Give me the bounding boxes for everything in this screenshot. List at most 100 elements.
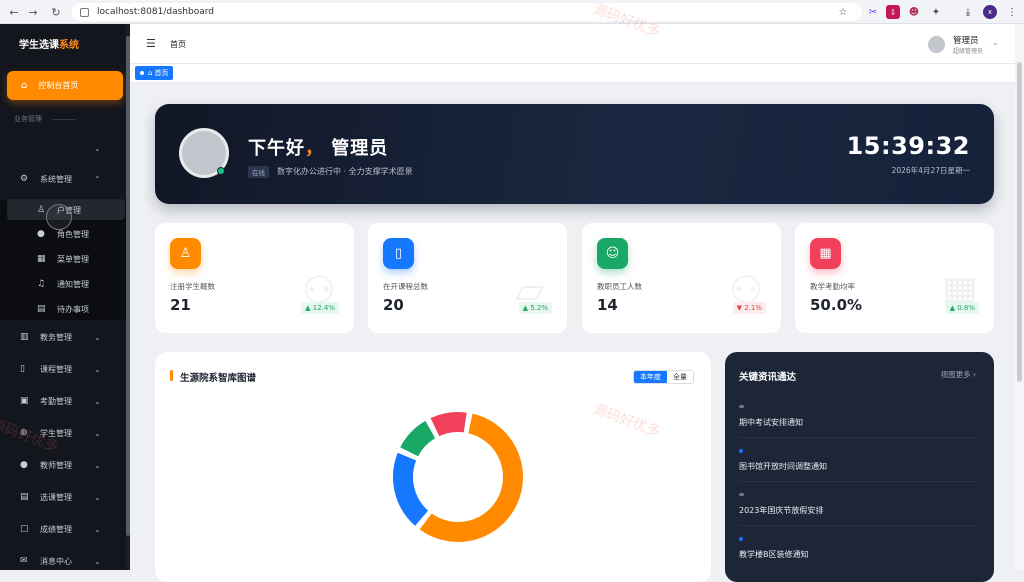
sidebar-item-academic[interactable]: ▥ 教务管理 ⌄	[0, 327, 130, 347]
stat-label: 教学考勤均率	[810, 282, 855, 291]
tab-home[interactable]: ⌂ 首页	[135, 66, 174, 80]
extension-scissors-icon[interactable]: ✂	[866, 5, 880, 19]
chevron-down-icon: ⌄	[94, 428, 101, 438]
building-icon: ▥	[20, 332, 29, 342]
sidebar-item-system[interactable]: ⚙ 系统管理 ⌃	[0, 169, 130, 189]
extension-download-icon[interactable]: ⇩	[886, 5, 900, 19]
sidebar-subitem-notifications[interactable]: ♫ 通知管理	[0, 274, 126, 294]
profile-avatar[interactable]: x	[983, 5, 997, 19]
range-this-year-button[interactable]: 本年度	[634, 371, 667, 383]
user-menu-chevron-icon[interactable]: ⌄	[992, 38, 999, 47]
sidebar-item-selection[interactable]: ▤ 选课管理 ⌄	[0, 487, 130, 507]
news-panel: 关键资讯通达 视图更多 › 期中考试安排通知 图书馆开放时间调整通知 2023年…	[725, 352, 994, 582]
user-name[interactable]: 管理员	[953, 34, 979, 46]
news-item[interactable]: 图书馆开放时间调整通知	[739, 438, 979, 482]
news-item[interactable]: 2023年国庆节放假安排	[739, 482, 979, 526]
clipboard-icon: ▤	[37, 304, 46, 314]
section-divider	[52, 118, 76, 120]
stat-card-staff[interactable]: ⚇ ☺ 教职员工人数 14 ▼ 2.1%	[582, 223, 781, 333]
donut-slice-0[interactable]	[417, 411, 525, 544]
sidebar-collapsed-item[interactable]: ⌄	[0, 138, 130, 158]
address-bar[interactable]: localhost:8081/dashboard	[72, 3, 862, 21]
view-more-label: 视图更多	[940, 370, 971, 379]
stat-value: 14	[597, 296, 618, 314]
chevron-down-icon: ⌄	[94, 143, 101, 153]
stat-card-students[interactable]: ⚇ ♙ 注册学生概数 21 ▲ 12.4%	[155, 223, 354, 333]
sidebar-item-attendance[interactable]: ▣ 考勤管理 ⌄	[0, 391, 130, 411]
greeting-text: 下午好	[248, 138, 305, 159]
trend-value: 2.1%	[744, 304, 762, 312]
online-indicator	[217, 167, 225, 175]
greeting-heading: 下午好， 管理员	[248, 134, 388, 160]
document-icon: ▢	[20, 524, 29, 534]
sidebar-item-teachers[interactable]: ● 教师管理 ⌄	[0, 455, 130, 475]
clock-date: 2026年4月27日星期一	[891, 166, 970, 175]
staff-icon: ☺	[597, 238, 628, 269]
trend-badge: ▲ 0.8%	[945, 302, 979, 314]
trend-value: 0.8%	[957, 304, 975, 312]
welcome-banner: 下午好， 管理员 在线 数字化办公进行中 · 全力支撑学术愿景 15:39:32…	[155, 104, 994, 204]
sidebar-item-messages[interactable]: ✉ 消息中心 ⌄	[0, 551, 130, 571]
news-item[interactable]: 期中考试安排通知	[739, 394, 979, 438]
sidebar-item-label: 选课管理	[40, 492, 72, 502]
motto-text: 数字化办公进行中 · 全力支撑学术愿景	[277, 167, 413, 176]
chevron-down-icon: ⌄	[94, 492, 101, 502]
donut-chart	[391, 410, 525, 544]
page-scroll-thumb[interactable]	[1017, 62, 1022, 382]
site-info-icon[interactable]	[80, 7, 89, 17]
section-label: 业务管理	[14, 114, 76, 124]
sidebar-item-grades[interactable]: ▢ 成绩管理 ⌄	[0, 519, 130, 539]
donut-slice-2[interactable]	[397, 418, 438, 459]
sidebar-item-courses[interactable]: ▯ 课程管理 ⌄	[0, 359, 130, 379]
sidebar-item-label: 教师管理	[40, 460, 72, 470]
page-scrollbar[interactable]	[1015, 24, 1024, 570]
sidebar-item-dashboard[interactable]: ⌂ 控制台首页	[7, 71, 123, 100]
sidebar-subitem-menus[interactable]: ▦ 菜单管理	[0, 249, 126, 269]
sidebar-subitem-todos[interactable]: ▤ 待办事项	[0, 299, 126, 319]
user-role: 超级管理员	[953, 48, 984, 55]
mail-icon: ✉	[20, 556, 28, 566]
range-toggle: 本年度 全量	[633, 370, 694, 384]
trend-badge: ▲ 12.4%	[301, 302, 339, 314]
menu-kebab-icon[interactable]: ⋮	[1005, 5, 1019, 19]
clock-time: 15:39:32	[846, 132, 970, 160]
news-marker	[739, 537, 743, 541]
list-icon: ▤	[20, 492, 29, 502]
range-all-button[interactable]: 全量	[667, 371, 693, 383]
view-more-link[interactable]: 视图更多 ›	[941, 369, 976, 380]
tab-label: 首页	[154, 69, 169, 77]
breadcrumb: 首页	[170, 40, 186, 49]
tags-view: ⌂ 首页	[130, 64, 1024, 83]
stat-card-attendance[interactable]: ▦ ▦ 教学考勤均率 50.0% ▲ 0.8%	[795, 223, 994, 333]
department-chart-panel: 生源院系智库图谱 本年度 全量	[155, 352, 711, 582]
news-marker	[739, 449, 743, 453]
news-marker	[739, 405, 744, 408]
stat-card-courses[interactable]: ▱ ▯ 在开课程总数 20 ▲ 5.2%	[368, 223, 567, 333]
sidebar-item-students[interactable]: ⊛ 学生管理 ⌄	[0, 423, 130, 443]
sidebar-item-label: 课程管理	[40, 364, 72, 374]
trend-value: 5.2%	[530, 304, 548, 312]
sidebar-subitem-roles[interactable]: ● 角色管理	[0, 224, 126, 244]
back-icon[interactable]: ←	[6, 4, 22, 20]
donut-slice-1[interactable]	[391, 450, 431, 529]
chevron-down-icon: ⌄	[94, 364, 101, 374]
grid-icon: ▦	[37, 254, 46, 264]
reload-icon[interactable]: ↻	[48, 4, 64, 20]
extensions-puzzle-icon[interactable]: ✦	[929, 5, 943, 19]
chevron-up-icon: ⌃	[94, 174, 101, 184]
person-icon: ●	[20, 460, 28, 470]
downloads-icon[interactable]: ⤓	[961, 5, 975, 19]
menu-toggle-icon[interactable]: ☰	[146, 37, 156, 50]
news-item[interactable]: 教学楼B区装修通知	[739, 526, 979, 570]
extension-avatar-icon[interactable]: ☻	[907, 5, 921, 19]
greeting-comma: ，	[305, 138, 324, 159]
forward-icon[interactable]: →	[25, 4, 41, 20]
trend-badge: ▲ 5.2%	[518, 302, 552, 314]
bookmark-star-icon[interactable]: ☆	[836, 5, 850, 19]
donut-slice-3[interactable]	[428, 410, 469, 439]
avatar[interactable]	[928, 36, 945, 53]
news-item-title: 图书馆开放时间调整通知	[739, 462, 827, 471]
sidebar-item-label: 控制台首页	[38, 81, 79, 90]
calendar-icon: ▣	[20, 396, 29, 406]
home-icon: ⌂	[21, 80, 28, 91]
